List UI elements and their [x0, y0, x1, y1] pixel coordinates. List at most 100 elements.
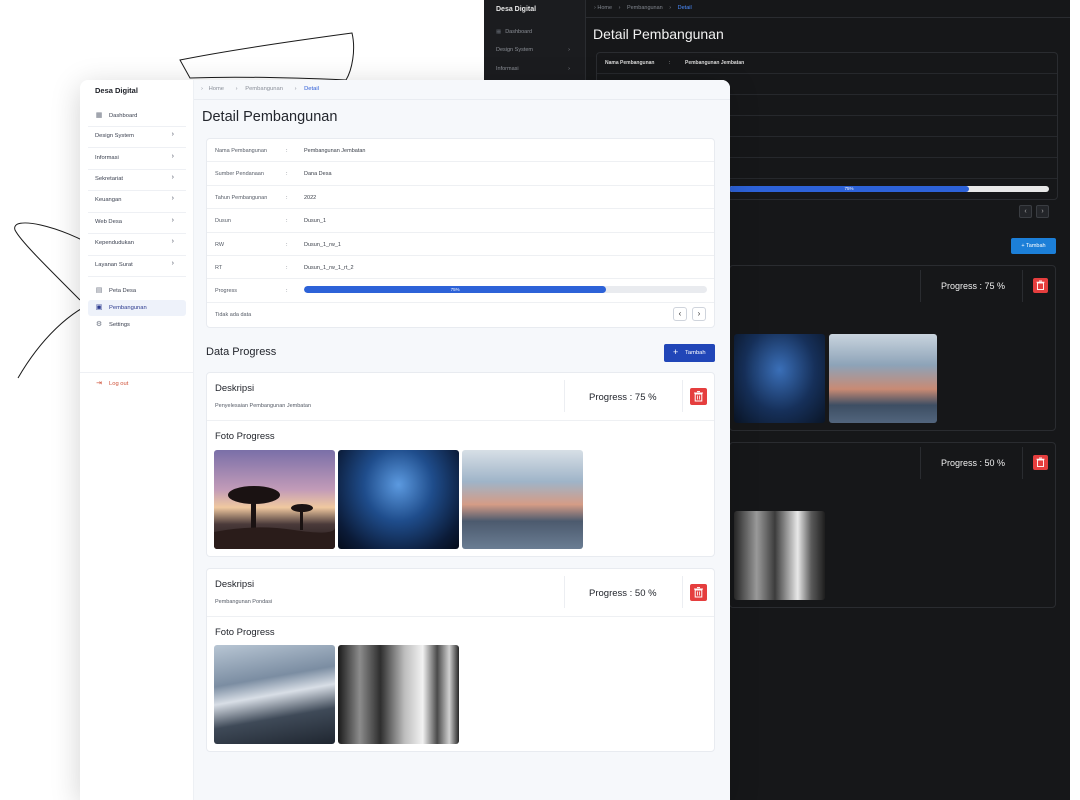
dark-photo-seascape[interactable]: [829, 334, 937, 423]
dark-prev-page-button[interactable]: ‹: [1019, 205, 1032, 218]
detail-card: Nama Pembangunan : Pembangunan Jembatan …: [206, 138, 715, 328]
detail-key: Dusun: [215, 218, 231, 225]
dark-add-button[interactable]: + Tambah: [1011, 238, 1056, 254]
dark-next-page-button[interactable]: ›: [1036, 205, 1049, 218]
card-divider: [564, 380, 565, 412]
chevron-right-icon: ›: [201, 86, 203, 92]
chevron-right-icon: ›: [568, 47, 570, 53]
add-button-label: Tambah: [685, 350, 706, 356]
photo-ice-cave[interactable]: [338, 450, 459, 549]
sidebar-item-label: Settings: [109, 322, 130, 328]
dark-delete-button[interactable]: [1033, 455, 1048, 470]
sidebar-item-label: Web Desa: [95, 219, 122, 225]
breadcrumb-home[interactable]: Home: [209, 86, 224, 92]
photo-bw-building[interactable]: [338, 645, 459, 744]
dark-sidebar-label: Informasi: [496, 66, 519, 72]
sidebar-item-layanan-surat[interactable]: Layanan Surat ›: [88, 257, 186, 273]
sidebar-item-label: Design System: [95, 133, 134, 139]
breadcrumb: › Home › Pembangunan › Detail: [201, 86, 323, 92]
map-icon: ▤: [95, 287, 103, 294]
sidebar-item-peta-desa[interactable]: ▤ Peta Desa: [88, 283, 186, 299]
add-progress-button[interactable]: + Tambah: [664, 344, 715, 362]
sidebar-divider: [80, 372, 194, 373]
building-icon: ▣: [95, 304, 103, 311]
dark-progress-bar: 75%: [729, 186, 1049, 192]
detail-sep: :: [286, 241, 288, 248]
dark-page-title: Detail Pembangunan: [593, 26, 724, 42]
sidebar-divider: [88, 233, 186, 234]
trash-icon: [694, 391, 703, 402]
description-text: Pembangunan Pondasi: [215, 599, 273, 605]
detail-value: Dusun_1_rw_1_rt_2: [304, 265, 354, 271]
dark-delete-button[interactable]: [1033, 278, 1048, 293]
chevron-right-icon: ›: [171, 260, 174, 267]
sidebar-item-informasi[interactable]: Informasi ›: [88, 150, 186, 166]
logout-button[interactable]: ⇥ Log out: [88, 376, 186, 392]
progress-bar: 75%: [304, 286, 707, 294]
gear-icon: ⚙: [95, 321, 103, 328]
photo-dragon-tree[interactable]: [214, 450, 335, 549]
chevron-right-icon: ›: [171, 153, 174, 160]
detail-row: Nama Pembangunan : Pembangunan Jembatan: [207, 139, 714, 163]
dark-sidebar-item-design-system[interactable]: Design System ›: [496, 47, 574, 53]
progress-card: Deskripsi Pembangunan Pondasi Progress :…: [206, 568, 715, 752]
sidebar-item-design-system[interactable]: Design System ›: [88, 128, 186, 144]
sidebar-item-sekretariat[interactable]: Sekretariat ›: [88, 171, 186, 187]
dark-photo-ice-cave[interactable]: [734, 334, 825, 423]
dark-topbar: › Home › Pembangunan › Detail: [586, 0, 1070, 18]
detail-sep: :: [286, 288, 288, 295]
detail-value: 2022: [304, 194, 317, 201]
dark-breadcrumb: › Home › Pembangunan › Detail: [594, 5, 692, 11]
detail-value: Pembangunan Jembatan: [304, 148, 366, 154]
dark-row-sep: :: [669, 60, 671, 66]
topbar: › Home › Pembangunan › Detail: [194, 80, 730, 100]
tree-silhouette: [214, 486, 335, 549]
dark-divider: [920, 447, 921, 479]
photo-blurred-train[interactable]: [214, 645, 335, 744]
sidebar-item-keuangan[interactable]: Keuangan ›: [88, 192, 186, 208]
dark-crumb-home[interactable]: Home: [597, 5, 612, 11]
breadcrumb-current: Detail: [304, 86, 319, 92]
photo-seascape[interactable]: [462, 450, 583, 549]
sidebar-item-label: Pembangunan: [109, 305, 147, 311]
dark-sidebar-item-dashboard[interactable]: ▦ Dashboard: [496, 29, 574, 35]
chevron-right-icon: ›: [171, 174, 174, 181]
dark-divider: [920, 270, 921, 302]
empty-text: Tidak ada data: [215, 311, 252, 318]
sidebar-item-label: Kependudukan: [95, 240, 135, 246]
detail-row: Dusun : Dusun_1: [207, 209, 714, 233]
chevron-right-icon: ›: [594, 5, 596, 11]
sidebar-item-settings[interactable]: ⚙ Settings: [88, 317, 186, 333]
delete-button[interactable]: [690, 584, 707, 601]
sidebar-item-kependudukan[interactable]: Kependudukan ›: [88, 235, 186, 251]
dark-info-row: Nama Pembangunan : Pembangunan Jembatan: [597, 53, 1057, 74]
detail-sep: :: [286, 171, 288, 178]
chevron-right-icon: ›: [669, 5, 672, 11]
brand-logo: Desa Digital: [95, 86, 138, 95]
dark-photo-bw-building[interactable]: [734, 511, 825, 600]
sidebar-item-label: Layanan Surat: [95, 262, 133, 268]
dark-sidebar-item-informasi[interactable]: Informasi ›: [496, 66, 574, 72]
detail-row: Sumber Pendanaan : Dana Desa: [207, 162, 714, 186]
sidebar-item-web-desa[interactable]: Web Desa ›: [88, 214, 186, 230]
progress-row: Progress : 75%: [207, 279, 714, 303]
dashboard-icon: ▦: [95, 112, 103, 119]
card-divider: [564, 576, 565, 608]
sidebar-item-label: Sekretariat: [95, 176, 124, 182]
page-title: Detail Pembangunan: [202, 109, 338, 125]
delete-button[interactable]: [690, 388, 707, 405]
detail-row: RT : Dusun_1_rw_1_rt_2: [207, 256, 714, 280]
sidebar-item-pembangunan[interactable]: ▣ Pembangunan: [88, 300, 186, 316]
card-divider: [682, 576, 683, 608]
sidebar-divider: [88, 190, 186, 191]
detail-key: Nama Pembangunan: [215, 148, 267, 154]
chevron-right-icon: ›: [171, 217, 174, 224]
sidebar-item-dashboard[interactable]: ▦ Dashboard: [88, 108, 186, 124]
next-page-button[interactable]: ›: [692, 306, 706, 321]
dark-crumb-section[interactable]: Pembangunan: [627, 5, 663, 11]
detail-key: RT: [215, 265, 223, 271]
logout-label: Log out: [109, 381, 129, 387]
photo-heading: Foto Progress: [215, 627, 275, 638]
breadcrumb-section[interactable]: Pembangunan: [245, 86, 283, 92]
prev-page-button[interactable]: ‹: [673, 306, 687, 321]
